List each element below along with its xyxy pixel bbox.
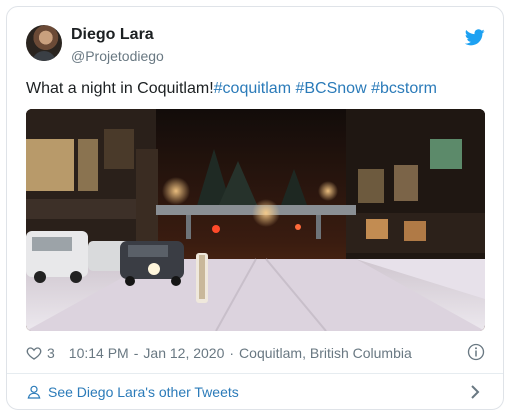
see-other-tweets-link[interactable]: See Diego Lara's other Tweets <box>26 382 239 402</box>
like-count[interactable]: 3 <box>47 345 55 361</box>
tweet-location[interactable]: Coquitlam, British Columbia <box>239 345 412 361</box>
hashtag-bcstorm[interactable]: #bcstorm <box>371 80 437 97</box>
info-icon[interactable] <box>467 343 485 361</box>
twitter-bird-icon[interactable] <box>465 29 485 46</box>
heart-icon[interactable] <box>26 345 42 361</box>
tweet-meta: 3 10:14 PM - Jan 12, 2020 · Coquitlam, B… <box>26 343 412 363</box>
hashtag-coquitlam[interactable]: #coquitlam <box>214 80 291 97</box>
tweet-time[interactable]: 10:14 PM <box>69 345 129 361</box>
time-date-separator: - <box>133 345 139 361</box>
tweet-date[interactable]: Jan 12, 2020 <box>143 345 224 361</box>
author-handle[interactable]: @Projetodiego <box>71 48 164 64</box>
avatar-shirt <box>32 51 56 61</box>
embedded-tweet-card: Diego Lara @Projetodiego What a night in… <box>6 6 504 410</box>
night-snow-street-photo <box>26 109 485 331</box>
tweet-photo[interactable] <box>26 109 485 331</box>
avatar[interactable] <box>26 25 62 61</box>
footer-divider <box>7 373 503 374</box>
tweet-text: What a night in Coquitlam!#coquitlam #BC… <box>26 80 437 98</box>
tweet-text-body: What a night in Coquitlam! <box>26 80 214 97</box>
author-name[interactable]: Diego Lara <box>71 26 154 44</box>
person-icon <box>27 385 41 399</box>
hashtag-bcsnow[interactable]: #BCSnow <box>295 80 366 97</box>
see-other-tweets-label[interactable]: See Diego Lara's other Tweets <box>48 384 239 400</box>
chevron-right-icon[interactable] <box>469 384 481 400</box>
meta-dot-separator: · <box>229 345 235 361</box>
